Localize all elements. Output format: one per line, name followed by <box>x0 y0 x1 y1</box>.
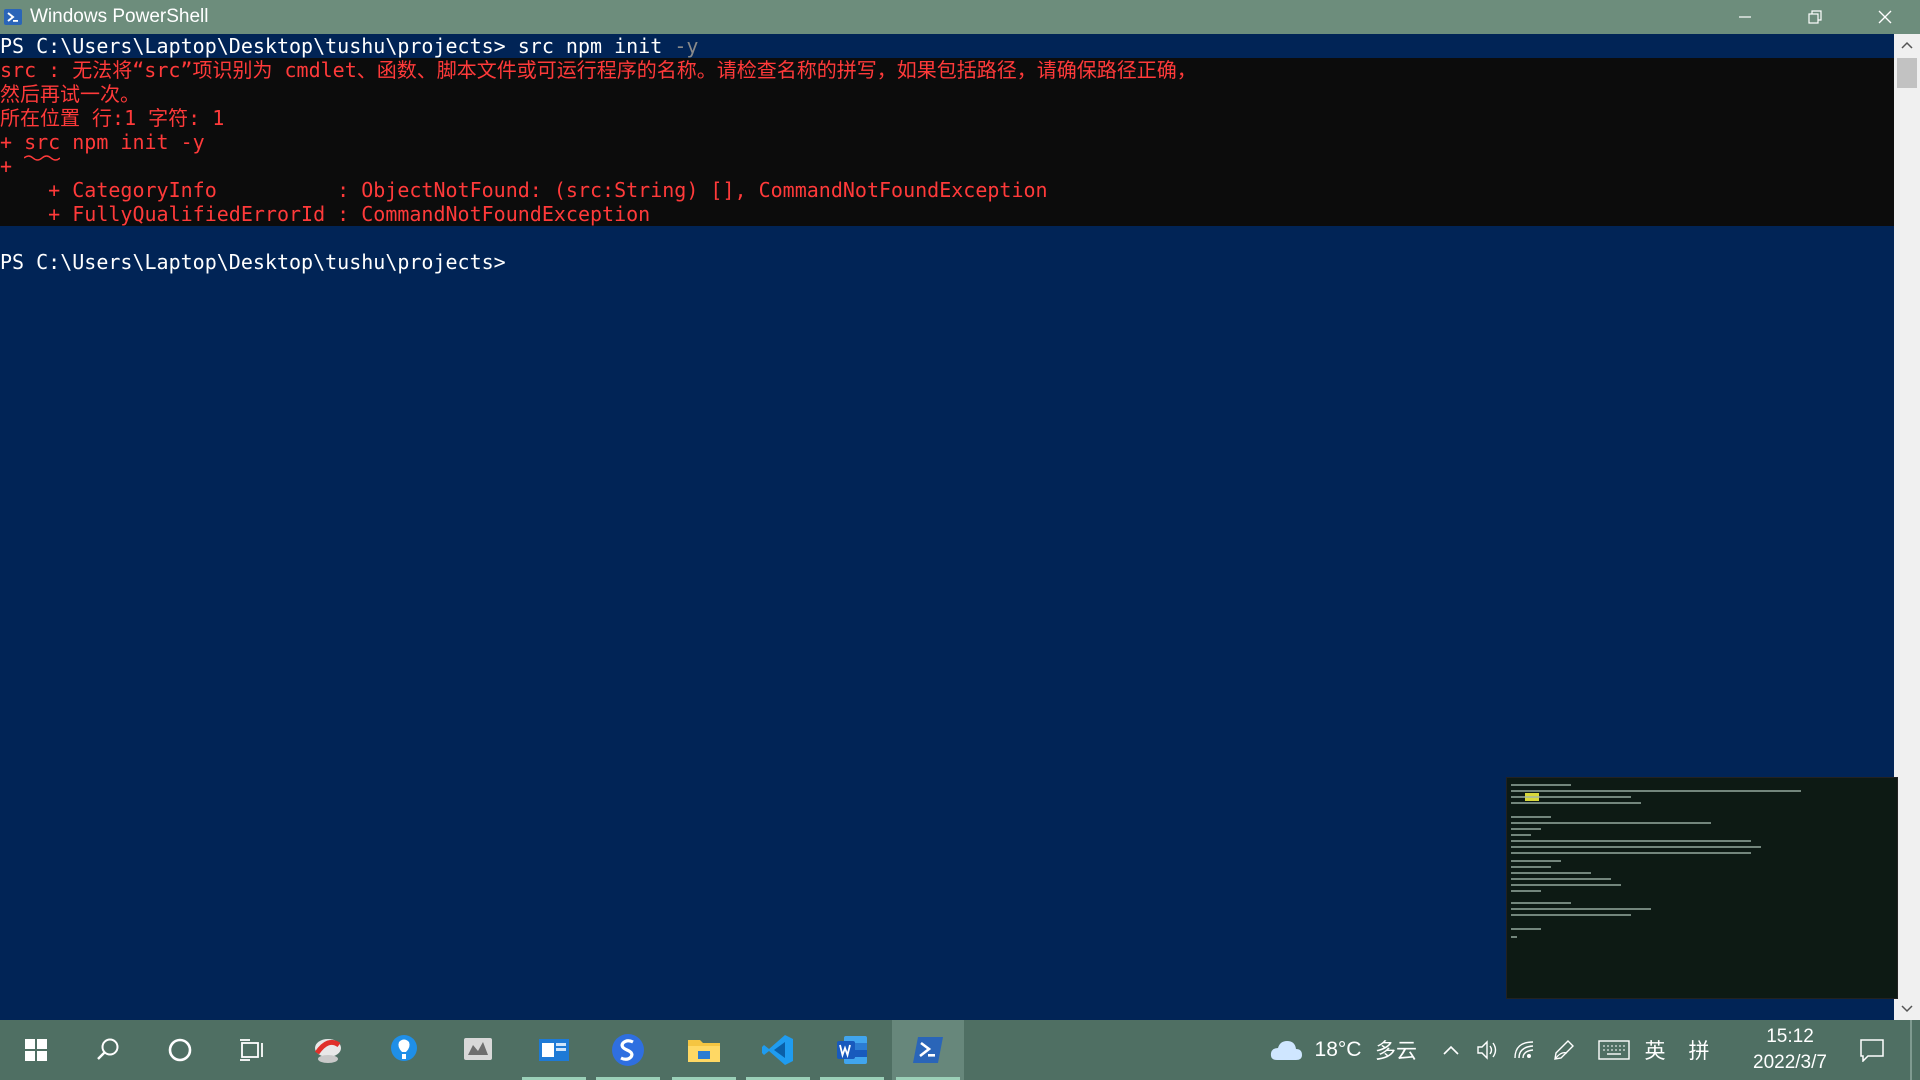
app-icon-2 <box>464 1038 492 1060</box>
task-view-button[interactable] <box>216 1020 288 1080</box>
ime-language-button[interactable]: 英 <box>1640 1020 1670 1080</box>
preview-line <box>1511 828 1541 830</box>
keyboard-icon <box>1598 1040 1630 1060</box>
taskbar-file-explorer[interactable] <box>668 1020 740 1080</box>
chevron-down-icon <box>1901 1005 1913 1013</box>
prompt: PS C:\Users\Laptop\Desktop\tushu\project… <box>0 250 506 274</box>
touch-keyboard-button[interactable] <box>1594 1020 1634 1080</box>
error-line: src : 无法将“src”项识别为 cmdlet、函数、脚本文件或可运行程序的… <box>0 58 1197 82</box>
command-argument: -y <box>674 34 699 58</box>
preview-line <box>1511 914 1631 916</box>
preview-line <box>1511 936 1517 938</box>
error-line: 然后再试一次。 <box>0 82 140 106</box>
minimize-button[interactable] <box>1710 0 1780 34</box>
taskbar-app-1[interactable] <box>292 1020 364 1080</box>
preview-line <box>1511 860 1561 862</box>
preview-line <box>1511 908 1651 910</box>
notification-icon <box>1860 1039 1884 1062</box>
prompt: PS C:\Users\Laptop\Desktop\tushu\project… <box>0 34 518 58</box>
scroll-up-button[interactable] <box>1894 34 1920 56</box>
close-button[interactable] <box>1850 0 1920 34</box>
app-icon-1 <box>314 1039 341 1063</box>
taskbar-app-3[interactable] <box>518 1020 590 1080</box>
preview-line <box>1511 928 1541 930</box>
restore-icon <box>1808 10 1822 24</box>
chevron-up-icon <box>1901 41 1913 49</box>
clock-date: 2022/3/7 <box>1753 1052 1827 1073</box>
app-icon-3 <box>539 1039 569 1061</box>
minimize-icon <box>1739 16 1751 18</box>
taskbar-tips[interactable] <box>368 1020 440 1080</box>
sogou-icon <box>612 1034 644 1066</box>
scroll-down-button[interactable] <box>1894 998 1920 1020</box>
ime-mode-button[interactable]: 拼 <box>1682 1020 1716 1080</box>
preview-line <box>1511 802 1641 804</box>
speaker-icon <box>1477 1040 1497 1060</box>
search-button[interactable] <box>72 1020 144 1080</box>
tips-icon <box>391 1035 417 1061</box>
error-line: + src npm init -y <box>0 130 205 154</box>
search-icon <box>97 1038 119 1060</box>
windows-start-icon <box>25 1039 47 1061</box>
start-button[interactable] <box>0 1020 72 1080</box>
word-icon <box>837 1036 867 1064</box>
title-bar: Windows PowerShell <box>0 0 1920 34</box>
preview-line <box>1511 902 1571 904</box>
powershell-icon <box>913 1037 943 1063</box>
cortana-button[interactable] <box>144 1020 216 1080</box>
preview-line <box>1511 852 1751 854</box>
preview-line <box>1511 890 1541 892</box>
preview-line <box>1511 840 1751 842</box>
error-line: + CategoryInfo : ObjectNotFound: (src:St… <box>0 178 1048 202</box>
taskbar-word[interactable] <box>816 1020 888 1080</box>
preview-line <box>1511 784 1571 786</box>
preview-line <box>1511 866 1551 868</box>
preview-line <box>1511 816 1551 818</box>
weather-button[interactable] <box>1266 1020 1306 1080</box>
show-hidden-icons-button[interactable] <box>1436 1020 1466 1080</box>
vscode-icon <box>762 1035 793 1065</box>
taskbar-sogou[interactable] <box>592 1020 664 1080</box>
chevron-up-icon <box>1443 1045 1459 1055</box>
preview-line <box>1511 790 1801 792</box>
scrollbar-thumb[interactable] <box>1897 58 1917 88</box>
close-icon <box>1878 10 1892 24</box>
preview-line <box>1511 796 1631 798</box>
file-explorer-icon <box>688 1040 720 1062</box>
command-text: src npm init <box>517 34 675 58</box>
action-center-button[interactable] <box>1852 1020 1892 1080</box>
clock[interactable]: 15:12 2022/3/7 <box>1735 1020 1845 1080</box>
cortana-icon <box>168 1038 192 1062</box>
taskbar-app-2[interactable] <box>442 1020 514 1080</box>
pen-icon <box>1554 1040 1574 1060</box>
preview-line <box>1511 872 1591 874</box>
taskbar-powershell[interactable] <box>892 1020 964 1080</box>
preview-line <box>1511 834 1531 836</box>
weather-desc[interactable]: 多云 <box>1372 1020 1420 1080</box>
error-line: + FullyQualifiedErrorId : CommandNotFoun… <box>0 202 651 226</box>
network-button[interactable] <box>1508 1020 1540 1080</box>
window-title: Windows PowerShell <box>30 6 209 27</box>
preview-line <box>1511 822 1711 824</box>
volume-button[interactable] <box>1472 1020 1502 1080</box>
taskbar: 18°C 多云 英 拼 15:12 2022/3/7 <box>0 1020 1920 1080</box>
powershell-icon <box>4 9 22 25</box>
wifi-icon <box>1514 1041 1534 1059</box>
preview-line <box>1511 878 1611 880</box>
task-view-icon <box>240 1039 263 1061</box>
window-preview-thumbnail[interactable] <box>1506 777 1898 999</box>
clock-time: 15:12 <box>1766 1026 1814 1047</box>
preview-line <box>1511 884 1621 886</box>
error-line: + <box>0 154 25 178</box>
preview-line <box>1511 846 1761 848</box>
weather-temp[interactable]: 18°C <box>1313 1020 1363 1080</box>
cloud-icon <box>1270 1041 1302 1060</box>
taskbar-vscode[interactable] <box>742 1020 814 1080</box>
console-line-command: PS C:\Users\Laptop\Desktop\tushu\project… <box>0 34 698 58</box>
error-line: 所在位置 行:1 字符: 1 <box>0 106 225 130</box>
pen-button[interactable] <box>1548 1020 1580 1080</box>
show-desktop-button[interactable] <box>1910 1020 1912 1080</box>
restore-button[interactable] <box>1780 0 1850 34</box>
error-underline <box>24 155 60 161</box>
